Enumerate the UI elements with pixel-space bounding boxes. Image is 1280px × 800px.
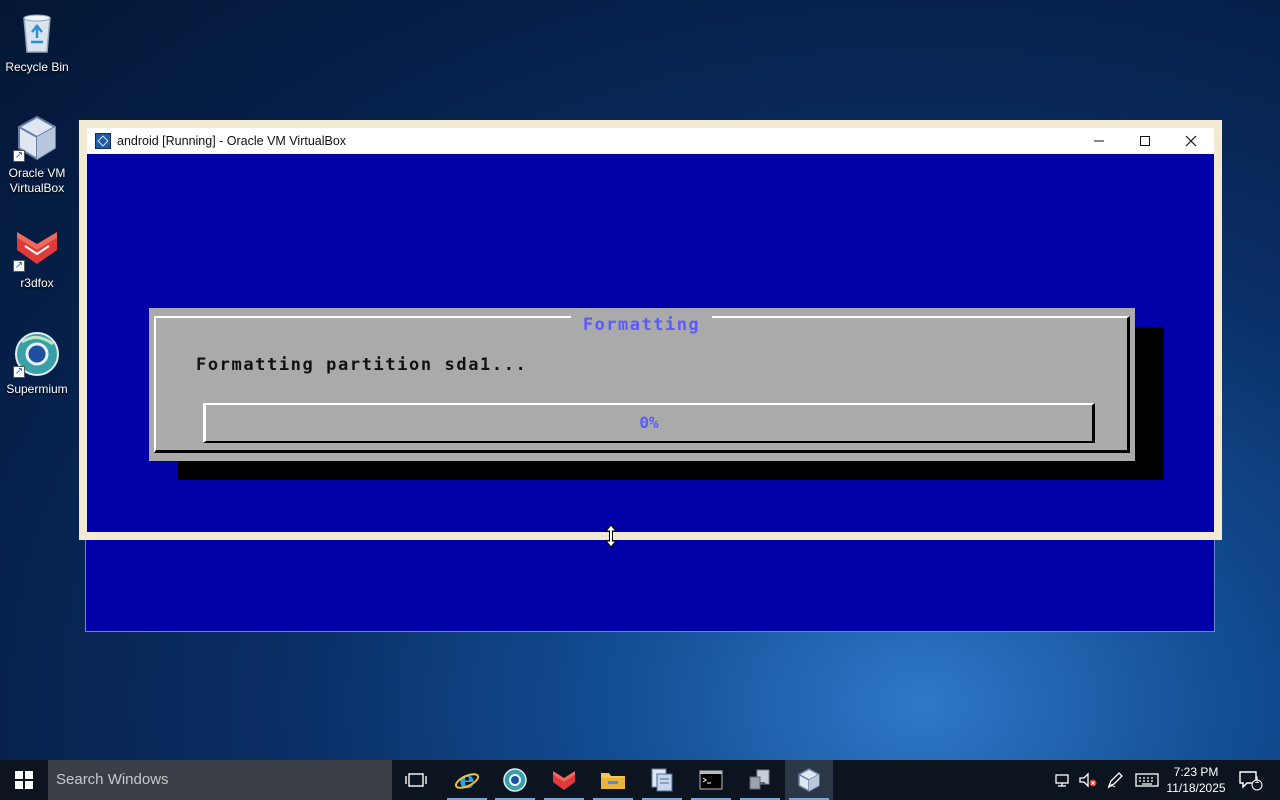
- progress-gauge: 0%: [203, 403, 1095, 443]
- maximize-icon: [1140, 136, 1150, 146]
- folder-icon: [601, 773, 625, 789]
- keyboard-icon: [1135, 773, 1159, 787]
- taskbar-app-file-explorer[interactable]: [589, 760, 637, 800]
- desktop-icon-virtualbox[interactable]: ↗ Oracle VM VirtualBox: [0, 114, 74, 196]
- taskbar-app-command-prompt[interactable]: [687, 760, 735, 800]
- dialog-frame: Formatting Formatting partition sda1... …: [154, 315, 1130, 453]
- search-windows-box[interactable]: Search Windows: [48, 760, 392, 800]
- taskbar-app-supermium[interactable]: [491, 760, 539, 800]
- action-center-button[interactable]: 1: [1236, 760, 1266, 800]
- virtualbox-app-icon: [95, 133, 111, 149]
- notification-count: 1: [1254, 775, 1260, 785]
- resize-vertical-cursor-icon: [605, 524, 617, 548]
- clock-date: 11/18/2025: [1166, 781, 1226, 795]
- desktop-icon-supermium[interactable]: ↗ Supermium: [0, 330, 74, 397]
- formatting-dialog: Formatting Formatting partition sda1... …: [149, 308, 1135, 461]
- search-placeholder: Search Windows: [56, 771, 169, 788]
- progress-label: 0%: [639, 413, 659, 432]
- virtualbox-icon: ↗: [13, 114, 61, 162]
- svg-text:e: e: [459, 767, 474, 793]
- clock-time: 7:23 PM: [1173, 765, 1219, 779]
- command-prompt-icon: [699, 770, 723, 790]
- virtualbox-window[interactable]: android [Running] - Oracle VM VirtualBox…: [79, 120, 1222, 540]
- start-button[interactable]: [0, 760, 48, 800]
- documents-icon: [651, 768, 673, 792]
- window-title: android [Running] - Oracle VM VirtualBox: [117, 134, 347, 148]
- close-button[interactable]: [1168, 128, 1214, 154]
- supermium-icon: ↗: [13, 330, 61, 378]
- network-icon: [1055, 774, 1069, 787]
- taskbar: Search Windows e 7:23 PM 11/18/2025 1: [0, 760, 1280, 800]
- shortcut-arrow-icon: ↗: [13, 366, 25, 378]
- desktop-icon-label: Recycle Bin: [5, 60, 69, 74]
- task-view-icon: [405, 773, 427, 787]
- taskbar-app-r3dfox[interactable]: [540, 760, 588, 800]
- windows-logo-icon: [15, 771, 33, 789]
- desktop-icon-r3dfox[interactable]: ↗ r3dfox: [0, 224, 74, 291]
- volume-tray-button[interactable]: [1077, 760, 1099, 800]
- taskbar-clock[interactable]: 7:23 PM 11/18/2025: [1160, 764, 1232, 796]
- vm-screen[interactable]: Formatting Formatting partition sda1... …: [87, 154, 1214, 532]
- taskbar-app-documents[interactable]: [638, 760, 686, 800]
- recycle-bin-icon: [13, 8, 61, 56]
- window-titlebar[interactable]: android [Running] - Oracle VM VirtualBox: [87, 128, 1214, 154]
- network-tool-icon: [749, 769, 770, 790]
- shortcut-arrow-icon: ↗: [13, 260, 25, 272]
- speaker-muted-icon: [1079, 772, 1097, 788]
- desktop-icon-recycle-bin[interactable]: Recycle Bin: [0, 8, 74, 75]
- virtualbox-icon: [798, 768, 820, 792]
- shortcut-arrow-icon: ↗: [13, 150, 25, 162]
- r3dfox-icon: ↗: [13, 224, 61, 272]
- minimize-icon: [1094, 140, 1104, 142]
- minimize-button[interactable]: [1076, 128, 1122, 154]
- desktop-icon-label: Supermium: [6, 382, 68, 396]
- dialog-title: Formatting: [570, 315, 713, 335]
- taskbar-app-virtualbox[interactable]: [785, 760, 833, 800]
- pen-icon: [1107, 772, 1123, 789]
- touch-keyboard-button[interactable]: [1134, 760, 1160, 800]
- desktop-icon-label: r3dfox: [20, 276, 54, 290]
- internet-explorer-icon: e: [454, 767, 480, 793]
- desktop-icon-label: Oracle VM VirtualBox: [8, 166, 66, 195]
- network-tray-button[interactable]: [1053, 760, 1073, 800]
- pen-tray-button[interactable]: [1104, 760, 1126, 800]
- task-view-button[interactable]: [392, 760, 440, 800]
- maximize-button[interactable]: [1122, 128, 1168, 154]
- dialog-message: Formatting partition sda1...: [196, 355, 528, 375]
- taskbar-app-internet-explorer[interactable]: e: [443, 760, 491, 800]
- r3dfox-icon: [553, 771, 575, 790]
- supermium-icon: [503, 768, 527, 792]
- close-icon: [1185, 135, 1197, 147]
- taskbar-app-network-tool[interactable]: [736, 760, 784, 800]
